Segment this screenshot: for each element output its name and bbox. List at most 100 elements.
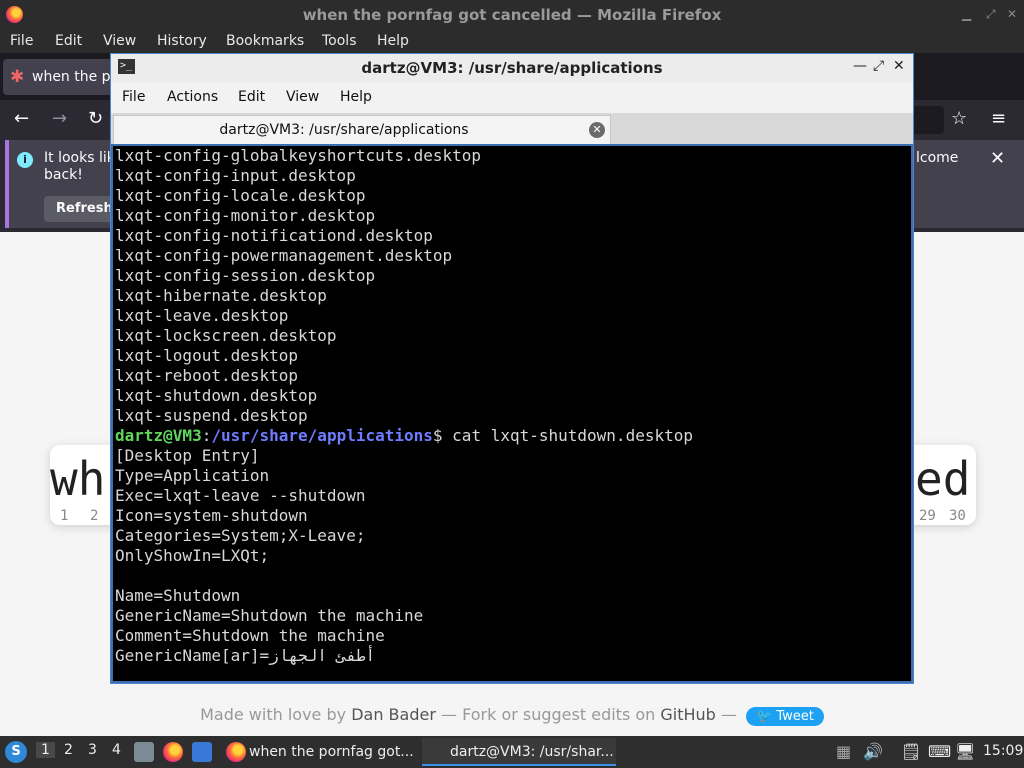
show-desktop-icon[interactable] bbox=[192, 742, 212, 762]
menu-history[interactable]: History bbox=[157, 33, 207, 49]
close-icon[interactable]: ✕ bbox=[893, 58, 905, 74]
bookmark-star-icon[interactable]: ☆ bbox=[951, 108, 967, 129]
prompt-user-host: dartz@VM3 bbox=[115, 426, 202, 445]
notification-text-line2: back! bbox=[44, 167, 83, 183]
terminal-tab-label: dartz@VM3: /usr/share/applications bbox=[219, 122, 469, 138]
terminal-output[interactable]: lxqt-config-globalkeyshortcuts.desktop l… bbox=[113, 146, 911, 681]
terminal-line: GenericName[ar]=أطفئ الجهاز bbox=[115, 646, 376, 665]
info-icon: i bbox=[17, 152, 33, 168]
page-footer: Made with love by Dan Bader — Fork or su… bbox=[0, 705, 1024, 726]
terminal-line: lxqt-logout.desktop bbox=[115, 346, 299, 365]
terminal-line: lxqt-reboot.desktop bbox=[115, 366, 299, 385]
menu-bookmarks[interactable]: Bookmarks bbox=[226, 33, 304, 49]
maximize-icon[interactable]: ⤢ bbox=[873, 58, 884, 74]
terminal-line: Type=Application bbox=[115, 466, 270, 485]
terminal-line: lxqt-lockscreen.desktop bbox=[115, 326, 337, 345]
terminal-menu-view[interactable]: View bbox=[286, 89, 319, 105]
column-number: 29 bbox=[919, 508, 936, 524]
forward-icon[interactable]: → bbox=[52, 108, 67, 129]
workspace-1[interactable]: 1 bbox=[36, 742, 55, 758]
minimize-icon[interactable]: — bbox=[853, 58, 867, 74]
terminal-line: lxqt-config-monitor.desktop bbox=[115, 206, 376, 225]
firefox-launcher-icon[interactable] bbox=[163, 742, 183, 762]
terminal-line: lxqt-hibernate.desktop bbox=[115, 286, 327, 305]
firefox-menubar: File Edit View History Bookmarks Tools H… bbox=[0, 29, 1024, 53]
tweet-label: Tweet bbox=[776, 709, 814, 724]
taskbar: S 1 2 3 4 when the pornfag got... dartz@… bbox=[0, 736, 1024, 768]
notes-tray-icon[interactable]: 🗒 bbox=[901, 742, 921, 761]
terminal-titlebar[interactable]: >_ dartz@VM3: /usr/share/applications — … bbox=[111, 54, 913, 82]
author-link[interactable]: Dan Bader bbox=[351, 705, 436, 724]
maximize-icon[interactable]: ⤢ bbox=[986, 7, 996, 22]
terminal-menubar: File Actions Edit View Help bbox=[111, 82, 913, 113]
app-menu-icon[interactable]: S bbox=[5, 741, 27, 763]
terminal-tab[interactable]: dartz@VM3: /usr/share/applications ✕ bbox=[113, 115, 611, 144]
notification-text: It looks lik bbox=[44, 150, 115, 166]
terminal-line: [Desktop Entry] bbox=[115, 446, 260, 465]
hamburger-menu-icon[interactable]: ≡ bbox=[991, 108, 1006, 129]
terminal-window-title: dartz@VM3: /usr/share/applications bbox=[361, 59, 663, 77]
workspace-2[interactable]: 2 bbox=[64, 742, 73, 758]
keyboard-tray-icon[interactable]: ⌨ bbox=[928, 742, 951, 761]
footer-dash: — bbox=[720, 705, 737, 724]
firefox-window-title: when the pornfag got cancelled — Mozilla… bbox=[302, 6, 722, 24]
task-terminal[interactable]: dartz@VM3: /usr/shar... bbox=[422, 738, 616, 766]
back-icon[interactable]: ← bbox=[14, 108, 29, 129]
clipboard-tray-icon[interactable]: ▦ bbox=[836, 742, 851, 761]
close-icon[interactable]: ✕ bbox=[1007, 7, 1017, 21]
terminal-menu-actions[interactable]: Actions bbox=[167, 89, 218, 105]
terminal-line: lxqt-shutdown.desktop bbox=[115, 386, 318, 405]
column-number: 1 bbox=[60, 508, 69, 524]
tweet-button[interactable]: 🐦 Tweet bbox=[746, 707, 824, 726]
menu-edit[interactable]: Edit bbox=[55, 33, 82, 49]
terminal-menu-edit[interactable]: Edit bbox=[238, 89, 265, 105]
terminal-line: lxqt-config-globalkeyshortcuts.desktop bbox=[115, 146, 482, 165]
github-link[interactable]: GitHub bbox=[660, 705, 715, 724]
task-firefox[interactable]: when the pornfag got... bbox=[249, 738, 419, 766]
terminal-tabbar: dartz@VM3: /usr/share/applications ✕ bbox=[111, 113, 913, 144]
terminal-line: lxqt-suspend.desktop bbox=[115, 406, 308, 425]
menu-help[interactable]: Help bbox=[377, 33, 409, 49]
workspace-4[interactable]: 4 bbox=[112, 742, 121, 758]
firefox-tab[interactable]: ✱ when the po bbox=[3, 59, 115, 95]
firefox-tab-label: when the po bbox=[32, 69, 112, 85]
firefox-titlebar: when the pornfag got cancelled — Mozilla… bbox=[0, 0, 1024, 29]
terminal-line: OnlyShowIn=LXQt; bbox=[115, 546, 270, 565]
refresh-button[interactable]: Refresh bbox=[44, 196, 116, 222]
prompt-path: /usr/share/applications bbox=[211, 426, 433, 445]
column-number: 30 bbox=[949, 508, 966, 524]
terminal-line: GenericName=Shutdown the machine bbox=[115, 606, 424, 625]
menu-view[interactable]: View bbox=[103, 33, 136, 49]
network-tray-icon[interactable]: 🖥 bbox=[955, 742, 975, 761]
terminal-line: Exec=lxqt-leave --shutdown bbox=[115, 486, 366, 505]
terminal-line: Comment=Shutdown the machine bbox=[115, 626, 385, 645]
terminal-window: >_ dartz@VM3: /usr/share/applications — … bbox=[110, 53, 914, 684]
terminal-menu-help[interactable]: Help bbox=[340, 89, 372, 105]
reload-icon[interactable]: ↻ bbox=[88, 108, 103, 129]
terminal-line: lxqt-config-notificationd.desktop bbox=[115, 226, 433, 245]
page-heading-right: ed bbox=[915, 452, 971, 506]
menu-tools[interactable]: Tools bbox=[322, 33, 357, 49]
prompt-command: $ cat lxqt-shutdown.desktop bbox=[432, 426, 693, 445]
terminal-line: Icon=system-shutdown bbox=[115, 506, 308, 525]
terminal-menu-file[interactable]: File bbox=[122, 89, 145, 105]
firefox-task-icon bbox=[226, 742, 246, 762]
terminal-line: lxqt-leave.desktop bbox=[115, 306, 289, 325]
clock[interactable]: 15:09 bbox=[983, 743, 1023, 759]
notification-close-icon[interactable]: ✕ bbox=[990, 148, 1005, 169]
terminal-line: Categories=System;X-Leave; bbox=[115, 526, 366, 545]
asterisk-favicon-icon: ✱ bbox=[10, 67, 25, 87]
menu-file[interactable]: File bbox=[10, 33, 33, 49]
workspace-3[interactable]: 3 bbox=[88, 742, 97, 758]
footer-fork-text: — Fork or suggest edits on bbox=[441, 705, 656, 724]
prompt-line: dartz@VM3:/usr/share/applications$ cat l… bbox=[115, 426, 693, 446]
volume-icon[interactable]: 🔊 bbox=[863, 742, 883, 761]
minimize-icon[interactable]: ▁ bbox=[962, 7, 971, 21]
notification-text-right: lcome bbox=[916, 150, 959, 166]
terminal-line: lxqt-config-powermanagement.desktop bbox=[115, 246, 453, 265]
tab-close-icon[interactable]: ✕ bbox=[589, 122, 605, 138]
terminal-line: lxqt-config-input.desktop bbox=[115, 166, 356, 185]
file-manager-launcher-icon[interactable] bbox=[134, 742, 154, 762]
page-heading-left: wh bbox=[50, 452, 106, 506]
terminal-line: lxqt-config-session.desktop bbox=[115, 266, 376, 285]
